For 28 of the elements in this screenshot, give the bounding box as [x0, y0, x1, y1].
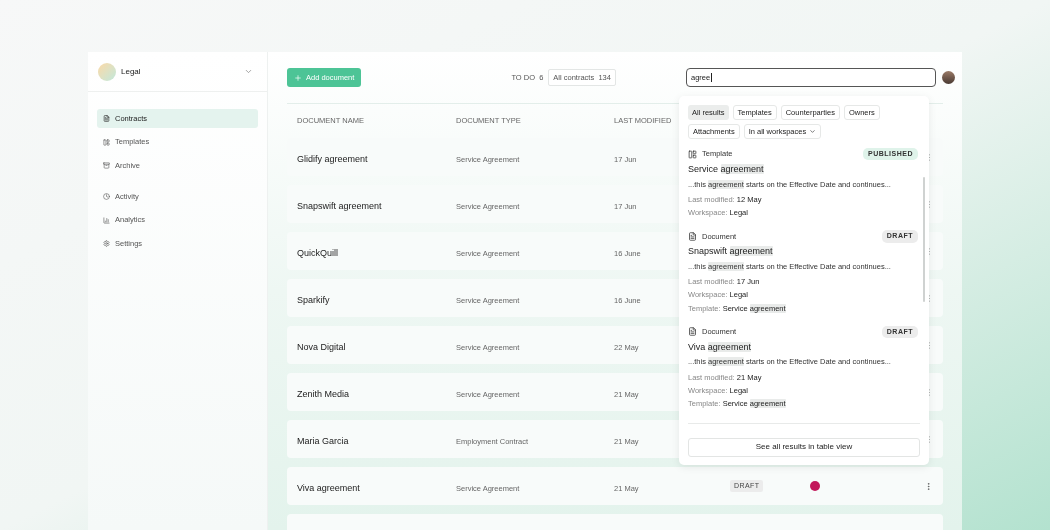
document-icon: [688, 231, 697, 241]
document-name: Sparkify: [297, 295, 330, 305]
result-title[interactable]: Service agreement: [688, 163, 764, 177]
result-title[interactable]: Snapswift agreement: [688, 245, 773, 259]
layout-icon: [688, 149, 697, 159]
workspace-name: Legal: [121, 65, 142, 78]
more-icon[interactable]: [924, 481, 933, 491]
chevron-icon: [809, 128, 817, 135]
document-icon: [103, 115, 110, 122]
document-name: Glidify agreement: [297, 154, 368, 164]
gear-icon: [103, 240, 110, 247]
archive-icon: [103, 162, 110, 169]
clock-icon: [103, 193, 110, 200]
document-name: Maria Garcia: [297, 436, 349, 446]
user-avatar[interactable]: [942, 71, 955, 84]
document-name: Snapswift agreement: [297, 201, 382, 211]
layout-icon: [103, 138, 110, 146]
document-name: Nova Digital: [297, 342, 346, 352]
document-icon: [688, 327, 697, 337]
chevron-icon[interactable]: [244, 67, 253, 76]
bar-chart-icon: [103, 216, 110, 224]
workspace-logo: [98, 62, 116, 81]
document-name: Zenith Media: [297, 389, 350, 399]
scrollbar[interactable]: [923, 177, 925, 302]
see-all-results-button[interactable]: See all results in table view: [688, 437, 920, 457]
document-name: QuickQuill: [297, 248, 338, 258]
plus-icon: [294, 73, 302, 82]
document-name: Viva agreement: [297, 483, 360, 493]
